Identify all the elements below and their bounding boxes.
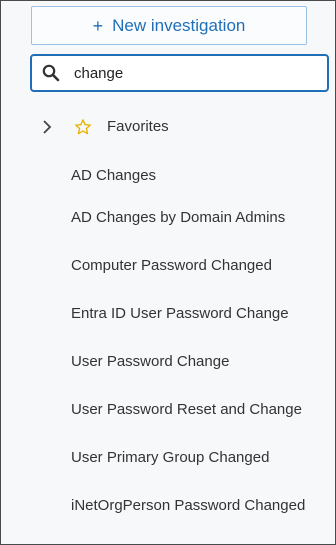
plus-icon: + [92,15,104,36]
list-item[interactable]: AD Changes by Domain Admins [1,193,335,241]
list-item[interactable]: AD Changes [1,157,335,193]
favorites-group[interactable]: Favorites [1,109,335,145]
list-item[interactable]: User Primary Group Changed [1,433,335,481]
new-investigation-button[interactable]: + New investigation [31,6,307,45]
search-box[interactable] [30,54,329,92]
search-icon [42,64,60,82]
chevron-right-icon[interactable] [41,119,53,135]
search-input[interactable] [74,64,304,82]
new-investigation-label: New investigation [112,15,246,35]
favorites-label: Favorites [107,118,169,135]
results-list: AD Changes AD Changes by Domain Admins C… [1,157,335,529]
star-icon [75,119,91,135]
list-item[interactable]: Entra ID User Password Change [1,289,335,337]
investigations-panel: + New investigation Favorites AD Changes… [0,0,336,545]
list-item[interactable]: User Password Change [1,337,335,385]
list-item[interactable]: User Password Reset and Change [1,385,335,433]
list-item[interactable]: Computer Password Changed [1,241,335,289]
list-item[interactable]: iNetOrgPerson Password Changed [1,481,335,529]
